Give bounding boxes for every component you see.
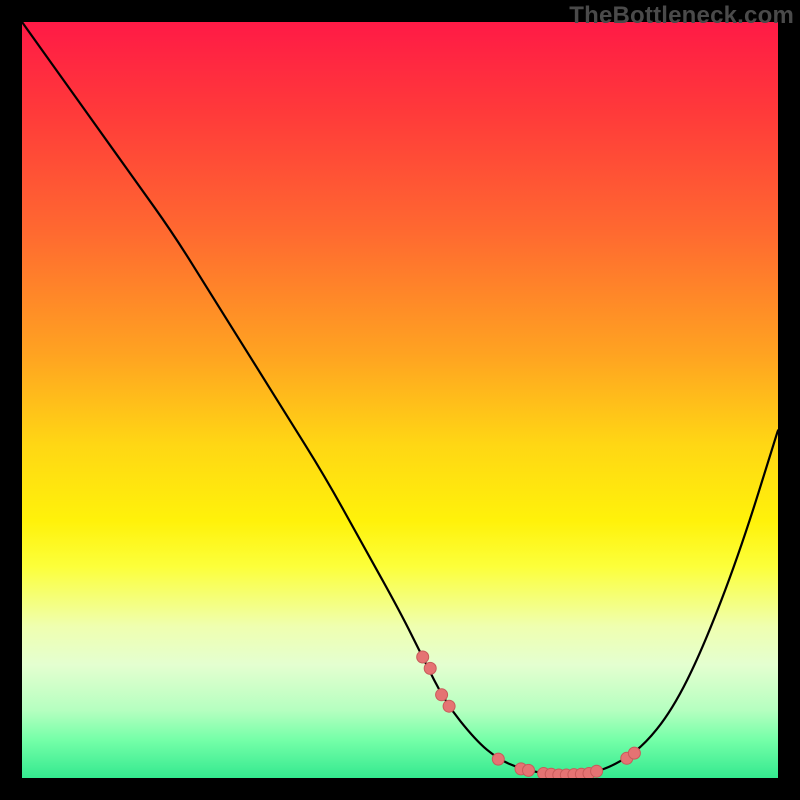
curve-marker bbox=[443, 700, 455, 712]
curve-marker bbox=[417, 651, 429, 663]
bottleneck-curve bbox=[22, 22, 778, 775]
curve-marker bbox=[591, 765, 603, 777]
curve-overlay bbox=[22, 22, 778, 778]
curve-marker bbox=[628, 747, 640, 759]
chart-plot-area bbox=[22, 22, 778, 778]
curve-marker bbox=[436, 689, 448, 701]
watermark-text: TheBottleneck.com bbox=[569, 2, 794, 30]
curve-marker bbox=[523, 764, 535, 776]
curve-marker bbox=[492, 753, 504, 765]
curve-marker bbox=[424, 662, 436, 674]
marker-group bbox=[417, 651, 641, 778]
chart-frame: TheBottleneck.com bbox=[0, 0, 800, 800]
